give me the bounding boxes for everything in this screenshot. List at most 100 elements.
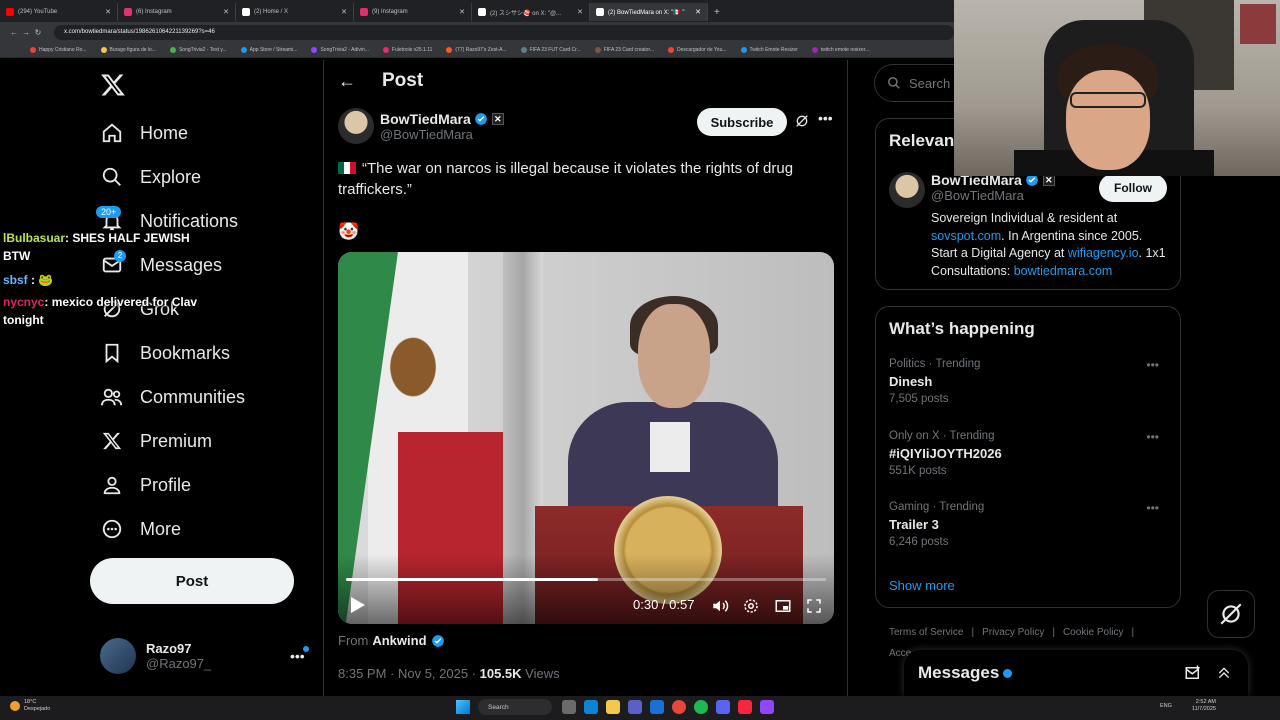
new-tab-button[interactable]: + — [708, 3, 728, 21]
taskbar-search[interactable]: Search — [478, 699, 552, 715]
volume-icon[interactable] — [711, 597, 729, 615]
bookmark-item[interactable]: SongTrivia2 - Adivin... — [311, 46, 369, 53]
post-body: “The war on narcos is illegal because it… — [338, 160, 794, 198]
store-icon[interactable] — [628, 700, 642, 714]
source-name[interactable]: Ankwind — [372, 633, 426, 648]
relevant-user[interactable]: BowTiedMara ✕ @BowTiedMara — [889, 172, 1055, 208]
trend-more-icon[interactable]: ••• — [1146, 501, 1159, 515]
windows-start-icon[interactable] — [456, 700, 470, 714]
music-icon[interactable] — [738, 700, 752, 714]
close-icon[interactable]: ✕ — [695, 8, 701, 16]
nav-profile[interactable]: Profile — [100, 469, 191, 501]
post-timestamp[interactable]: 8:35 PM · Nov 5, 2025 · — [338, 666, 480, 681]
bookmark-item[interactable]: (77) Razo97's Zest-A... — [446, 46, 507, 53]
chevron-up-icon[interactable] — [1216, 664, 1232, 682]
x-logo-icon[interactable] — [100, 72, 126, 98]
close-icon[interactable]: ✕ — [459, 8, 465, 16]
play-icon[interactable] — [350, 596, 366, 614]
nav-premium[interactable]: Premium — [100, 425, 212, 457]
nav-bookmarks[interactable]: Bookmarks — [100, 337, 230, 369]
bookmark-item[interactable]: SongTrivia2 - Test y... — [169, 46, 227, 53]
nav-explore[interactable]: Explore — [100, 161, 201, 193]
subscribe-button[interactable]: Subscribe — [697, 108, 787, 136]
clock[interactable]: 2:52 AM 11/7/2025 — [1192, 699, 1216, 713]
show-more-link[interactable]: Show more — [889, 578, 955, 593]
trend-more-icon[interactable]: ••• — [1146, 430, 1159, 444]
browser-tab[interactable]: (294) YouTube ✕ — [0, 3, 118, 21]
bio-link[interactable]: sovspot.com — [931, 229, 1001, 243]
author-handle[interactable]: @BowTiedMara — [380, 127, 504, 142]
post-author[interactable]: BowTiedMara ✕ @BowTiedMara — [338, 108, 504, 144]
twitch-icon[interactable] — [760, 700, 774, 714]
chrome-icon[interactable] — [672, 700, 686, 714]
picture-in-picture-icon[interactable] — [774, 597, 792, 615]
trend-item[interactable]: Only on X · Trending #iQIYIiJOYTH2026 55… — [889, 430, 1169, 477]
footer-link[interactable]: Terms of Service — [889, 627, 963, 638]
video-progress-bar[interactable] — [346, 578, 826, 581]
browser-tab[interactable]: (2) Home / X ✕ — [236, 3, 354, 21]
fullscreen-icon[interactable] — [805, 597, 823, 615]
settings-gear-icon[interactable] — [742, 597, 760, 615]
bookmark-item[interactable]: Happy Cristiano Ro... — [30, 46, 87, 53]
nav-communities[interactable]: Communities — [100, 381, 245, 413]
mail-app-icon[interactable] — [650, 700, 664, 714]
relevant-handle[interactable]: @BowTiedMara — [931, 188, 1055, 203]
url-field[interactable]: x.com/bowtiedmara/status/198626106422113… — [54, 24, 954, 40]
follow-button[interactable]: Follow — [1099, 174, 1167, 202]
author-avatar[interactable] — [338, 108, 374, 144]
video-player[interactable]: 0:30 / 0:57 — [338, 252, 834, 624]
reload-icon[interactable]: ↻ — [32, 28, 44, 37]
bookmark-item[interactable]: Fuletools v25.1.11 — [382, 46, 432, 53]
trend-name: Trailer 3 — [889, 517, 939, 532]
footer-link[interactable]: Cookie Policy — [1063, 627, 1124, 638]
grok-fab-button[interactable] — [1207, 590, 1255, 638]
bookmark-item[interactable]: Burago figura de lo... — [100, 46, 156, 53]
trend-count: 7,505 posts — [889, 393, 949, 405]
close-icon[interactable]: ✕ — [105, 8, 111, 16]
browser-tab[interactable]: (6) Instagram ✕ — [118, 3, 236, 21]
bookmark-favicon-icon — [30, 46, 36, 53]
x-icon — [596, 8, 604, 16]
trend-item[interactable]: Politics · Trending Dinesh 7,505 posts •… — [889, 358, 1169, 405]
bookmark-item[interactable]: FIFA 23 Card creator... — [594, 46, 654, 53]
bookmark-item[interactable]: Twitch Emote Resizer — [740, 46, 798, 53]
nav-more[interactable]: More — [100, 513, 181, 545]
messages-drawer[interactable]: Messages — [904, 650, 1248, 696]
views-label: Views — [521, 666, 560, 681]
browser-tab-active[interactable]: (2) BowTiedMara on X: "🇲🇽 " ✕ — [590, 3, 708, 21]
back-arrow-icon[interactable]: ← — [338, 71, 356, 92]
close-icon[interactable]: ✕ — [577, 8, 583, 16]
weather-widget[interactable]: 18°C Despejado — [10, 699, 50, 713]
bio-link[interactable]: bowtiedmara.com — [1014, 264, 1113, 278]
file-explorer-icon[interactable] — [606, 700, 620, 714]
close-icon[interactable]: ✕ — [223, 8, 229, 16]
close-icon[interactable]: ✕ — [341, 8, 347, 16]
new-message-icon[interactable] — [1184, 664, 1202, 682]
spotify-icon[interactable] — [694, 700, 708, 714]
task-view-icon[interactable] — [562, 700, 576, 714]
bookmark-item[interactable]: twitch emote resizer... — [811, 46, 869, 53]
bookmark-item[interactable]: App Store / Streami... — [240, 46, 297, 53]
bio-link[interactable]: wifiagency.io — [1068, 246, 1139, 260]
browser-tab[interactable]: (2) スシサシ🍣 on X: "@... ✕ — [472, 3, 590, 21]
edge-icon[interactable] — [584, 700, 598, 714]
browser-tab[interactable]: (9) Instagram ✕ — [354, 3, 472, 21]
forward-icon[interactable]: → — [20, 28, 32, 37]
compose-post-button[interactable]: Post — [90, 558, 294, 604]
nav-home[interactable]: Home — [100, 117, 188, 149]
trend-item[interactable]: Gaming · Trending Trailer 3 6,246 posts … — [889, 501, 1169, 548]
bookmark-item[interactable]: Descargador de You... — [668, 46, 727, 53]
grok-icon[interactable] — [794, 113, 810, 129]
avatar[interactable] — [889, 172, 925, 208]
trend-more-icon[interactable]: ••• — [1146, 358, 1159, 372]
discord-icon[interactable] — [716, 700, 730, 714]
language-indicator[interactable]: ENG — [1160, 703, 1172, 709]
post-more-icon[interactable]: ••• — [818, 110, 833, 126]
back-icon[interactable]: ← — [8, 28, 20, 37]
author-name[interactable]: BowTiedMara — [380, 111, 471, 127]
tab-label: (6) Instagram — [136, 9, 172, 15]
bookmark-item[interactable]: FIFA 23 FUT Card Cr... — [520, 46, 581, 53]
footer-link[interactable]: Privacy Policy — [982, 627, 1044, 638]
clock-time: 2:52 AM — [1195, 699, 1216, 705]
account-switcher[interactable]: Razo97 @Razo97_ — [100, 638, 211, 674]
